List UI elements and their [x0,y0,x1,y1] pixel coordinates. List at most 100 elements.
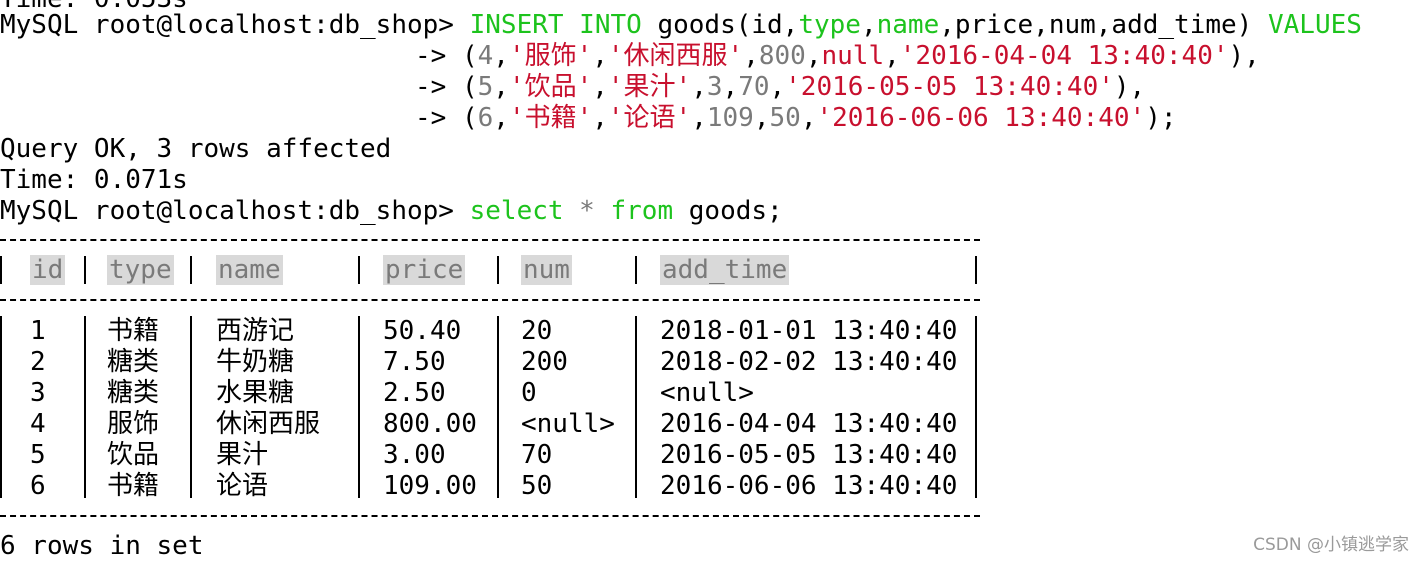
sql-token: '2016-04-04 13:40:40' [899,41,1229,71]
select-line: MySQL root@localhost:db_shop> select * f… [0,196,783,226]
query-ok-message: Query OK, 3 rows affected [0,134,392,164]
sql-token: , [805,41,822,71]
table-cell: 50.40 [383,316,462,346]
table-cell: <null> [660,378,754,408]
sql-token: ( [461,72,478,102]
column-header-name: name [216,255,283,285]
column-separator [635,316,637,498]
table-cell: 7.50 [383,347,446,377]
sql-token: '2016-05-05 13:40:40' [785,72,1114,102]
table-cell: 0 [521,378,537,408]
column-separator [635,256,637,284]
table-cell: 西游记 [216,316,295,346]
header-cell: price [383,255,466,286]
table-cell: 服饰 [107,409,160,439]
sql-token: ), [1113,72,1146,102]
sql-token: type [798,10,861,40]
sql-token: 109 [706,103,754,133]
prompt-text: MySQL root@localhost:db_shop> [0,10,470,40]
table-cell: 109.00 [383,471,477,501]
sql-token: , [753,103,770,133]
column-separator [190,256,192,284]
insert-line-1: MySQL root@localhost:db_shop> INSERT INT… [0,10,1362,40]
table-cell: 2.50 [383,378,446,408]
column-separator [84,256,86,284]
sql-token: ), [1228,41,1260,71]
sql-token: , [592,41,608,71]
table-cell: 2016-05-05 13:40:40 [660,440,958,470]
insert-line-4: -> (6,'书籍','论语',109,50,'2016-06-06 13:40… [415,103,1177,133]
header-cell: add_time [660,255,790,286]
sql-token: goods; [673,196,783,226]
sql-token: ,price,num,add_time) [939,10,1268,40]
insert-line-3: -> (5,'饮品','果汁',3,70,'2016-05-05 13:40:4… [415,72,1145,102]
sql-token: 70 [738,72,770,102]
table-cell: 休闲西服 [216,409,321,439]
sql-token: 800 [758,41,806,71]
sql-token: ( [461,41,478,71]
sql-token: , [884,41,900,71]
sql-token: , [493,103,509,133]
sql-token: 6 [477,103,494,133]
sql-token: '2016-06-06 13:40:40' [816,103,1146,133]
sql-token: '休闲西服' [607,41,744,71]
terminal-window[interactable]: Time: 0.053s MySQL root@localhost:db_sho… [0,0,1419,561]
table-cell: 牛奶糖 [216,347,295,377]
sql-token: '饮品' [508,72,593,102]
column-header-add-time: add_time [660,255,790,285]
header-cell: id [30,255,66,286]
column-separator [358,256,360,284]
sql-token: '论语' [607,103,692,133]
sql-token: , [691,72,707,102]
table-cell: 糖类 [107,378,160,408]
rows-in-set-message: 6 rows in set [0,531,204,561]
sql-token: , [743,41,759,71]
column-header-num: num [521,255,572,285]
sql-token: '服饰' [508,41,593,71]
sql-token: 50 [769,103,801,133]
table-cell: 2018-02-02 13:40:40 [660,347,958,377]
table-cell: 论语 [216,471,269,501]
table-cell: 2018-01-01 13:40:40 [660,316,958,346]
table-cell: 饮品 [107,440,160,470]
table-cell: 20 [521,316,553,346]
table-cell: 6 [30,471,46,501]
sql-token: , [493,41,509,71]
table-cell: 200 [521,347,568,377]
sql-token: , [722,72,739,102]
column-separator [497,256,499,284]
sql-token: * [563,196,611,226]
sql-token: ( [461,103,478,133]
sql-token: 4 [477,41,494,71]
table-cell: 糖类 [107,347,160,377]
column-header-type: type [107,255,174,285]
header-cell: type [107,255,174,286]
table-cell: <null> [521,409,615,439]
sql-token: VALUES [1267,10,1362,40]
table-cell: 800.00 [383,409,477,439]
sql-token: '果汁' [607,72,692,102]
prompt-text: -> [415,103,462,133]
sql-token: , [493,72,509,102]
sql-token: , [800,103,817,133]
table-cell: 2 [30,347,46,377]
prompt-text: -> [415,72,462,102]
column-separator [0,316,2,498]
sql-token: , [691,103,707,133]
table-cell: 书籍 [107,316,160,346]
time-message: Time: 0.071s [0,165,188,195]
table-cell: 水果糖 [216,378,295,408]
sql-token: name [876,10,940,40]
column-separator [190,316,192,498]
sql-token: , [592,72,608,102]
table-cell: 2016-04-04 13:40:40 [660,409,958,439]
table-border-bottom [0,515,980,517]
sql-token: INSERT INTO [469,10,642,40]
insert-line-2: -> (4,'服饰','休闲西服',800,null,'2016-04-04 1… [415,41,1260,71]
sql-token: null [821,41,885,71]
result-table: id type name price num add_time 1 书籍 西游记 50.40 20 2… [0,227,990,523]
table-cell: 50 [521,471,553,501]
header-cell: num [521,255,572,286]
column-separator [84,316,86,498]
column-header-price: price [383,255,466,285]
